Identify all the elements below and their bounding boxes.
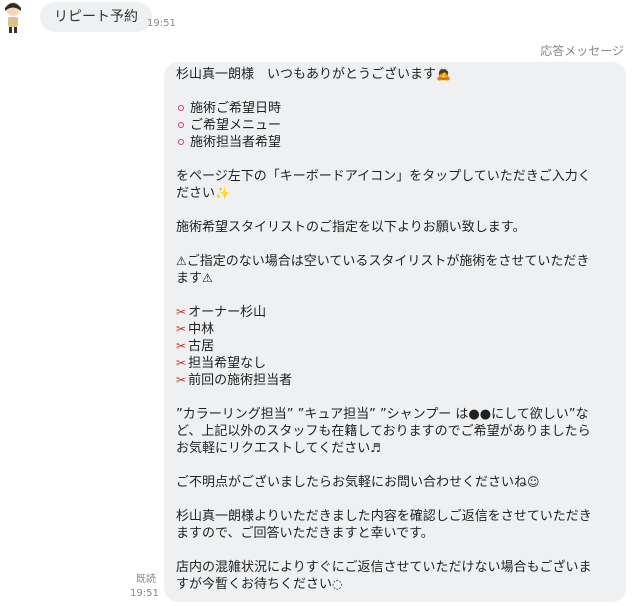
list-item: 施術ご希望日時 xyxy=(176,100,614,117)
bot-message-bubble: 杉山真一朗様 いつもありがとうございます🙇 施術ご希望日時 ご希望メニュー 施術… xyxy=(164,62,626,602)
confirm-line1: 杉山真一朗様よりいただきました内容を確認しご返信をさせていただき xyxy=(176,509,592,524)
scissors-icon: ✂ xyxy=(176,356,187,370)
stylist-option: ✂ 前回の施術担当者 xyxy=(176,373,293,388)
scissors-icon: ✂ xyxy=(176,339,187,353)
scissors-icon: ✂ xyxy=(176,322,187,336)
stylist-request-line: 施術希望スタイリストのご指定を以下よりお願い致します。 xyxy=(176,220,526,235)
warning-line1: ⚠ご指定のない場合は空いているスタイリストが施術をさせていただき xyxy=(176,254,590,269)
smile-icon: ☺ xyxy=(527,475,540,489)
stylist-option: ✂ 中林 xyxy=(176,322,215,337)
bullet-icon xyxy=(178,105,184,111)
sparkle-icon: ✨ xyxy=(215,186,230,200)
warning-icon: ⚠ xyxy=(202,271,213,285)
music-note-icon: ♬ xyxy=(370,441,381,455)
busy-line2: すが今暫くお待ちください◌ xyxy=(176,577,343,592)
list-item: 施術担当者希望 xyxy=(176,134,614,151)
other-request-line1: ”カラーリング担当” ”キュア担当” ”シャンプー は●●にして欲しい”な xyxy=(176,407,589,422)
scissors-icon: ✂ xyxy=(176,373,187,387)
bullet-icon xyxy=(178,139,184,145)
user-avatar[interactable] xyxy=(0,0,26,34)
loading-icon: ◌ xyxy=(332,577,343,591)
user-message-bubble: リピート予約 xyxy=(40,2,152,32)
greeting-line: 杉山真一朗様 いつもありがとうございます🙇 xyxy=(176,67,451,82)
keyboard-instruction-line2: ださい✨ xyxy=(176,186,230,201)
warning-line2: ます⚠ xyxy=(176,271,213,286)
busy-line1: 店内の混雑状況によりすぐにご返信させていただけない場合もございま xyxy=(176,560,592,575)
keyboard-instruction-line1: をページ左下の「キーボードアイコン」をタップしていただきご入力く xyxy=(176,169,591,184)
other-request-line2: ど、上記以外のスタッフも在籍しておりますのでご希望がありましたら xyxy=(176,424,591,439)
question-line: ご不明点がございましたらお気軽にお問い合わせくださいね☺ xyxy=(176,475,540,490)
confirm-line2: ますので、ご回答いただきますと幸いです。 xyxy=(176,526,434,541)
auto-reply-label: 応答メッセージ xyxy=(540,44,624,58)
list-item: ご希望メニュー xyxy=(176,117,614,134)
user-message-time: 19:51 xyxy=(147,18,176,29)
warning-icon: ⚠ xyxy=(176,254,187,268)
stylist-option: ✂ オーナー杉山 xyxy=(176,305,267,320)
bow-emoji-icon: 🙇 xyxy=(436,67,451,81)
other-request-line3: お気軽にリクエストしてください♬ xyxy=(176,441,381,456)
avatar-icon xyxy=(5,2,21,33)
scissors-icon: ✂ xyxy=(176,305,187,319)
stylist-option: ✂ 古居 xyxy=(176,339,215,354)
stylist-option: ✂ 担当希望なし xyxy=(176,356,267,371)
bullet-icon xyxy=(178,122,184,128)
read-status: 既読 xyxy=(136,574,156,585)
bot-message-time: 19:51 xyxy=(130,588,159,599)
